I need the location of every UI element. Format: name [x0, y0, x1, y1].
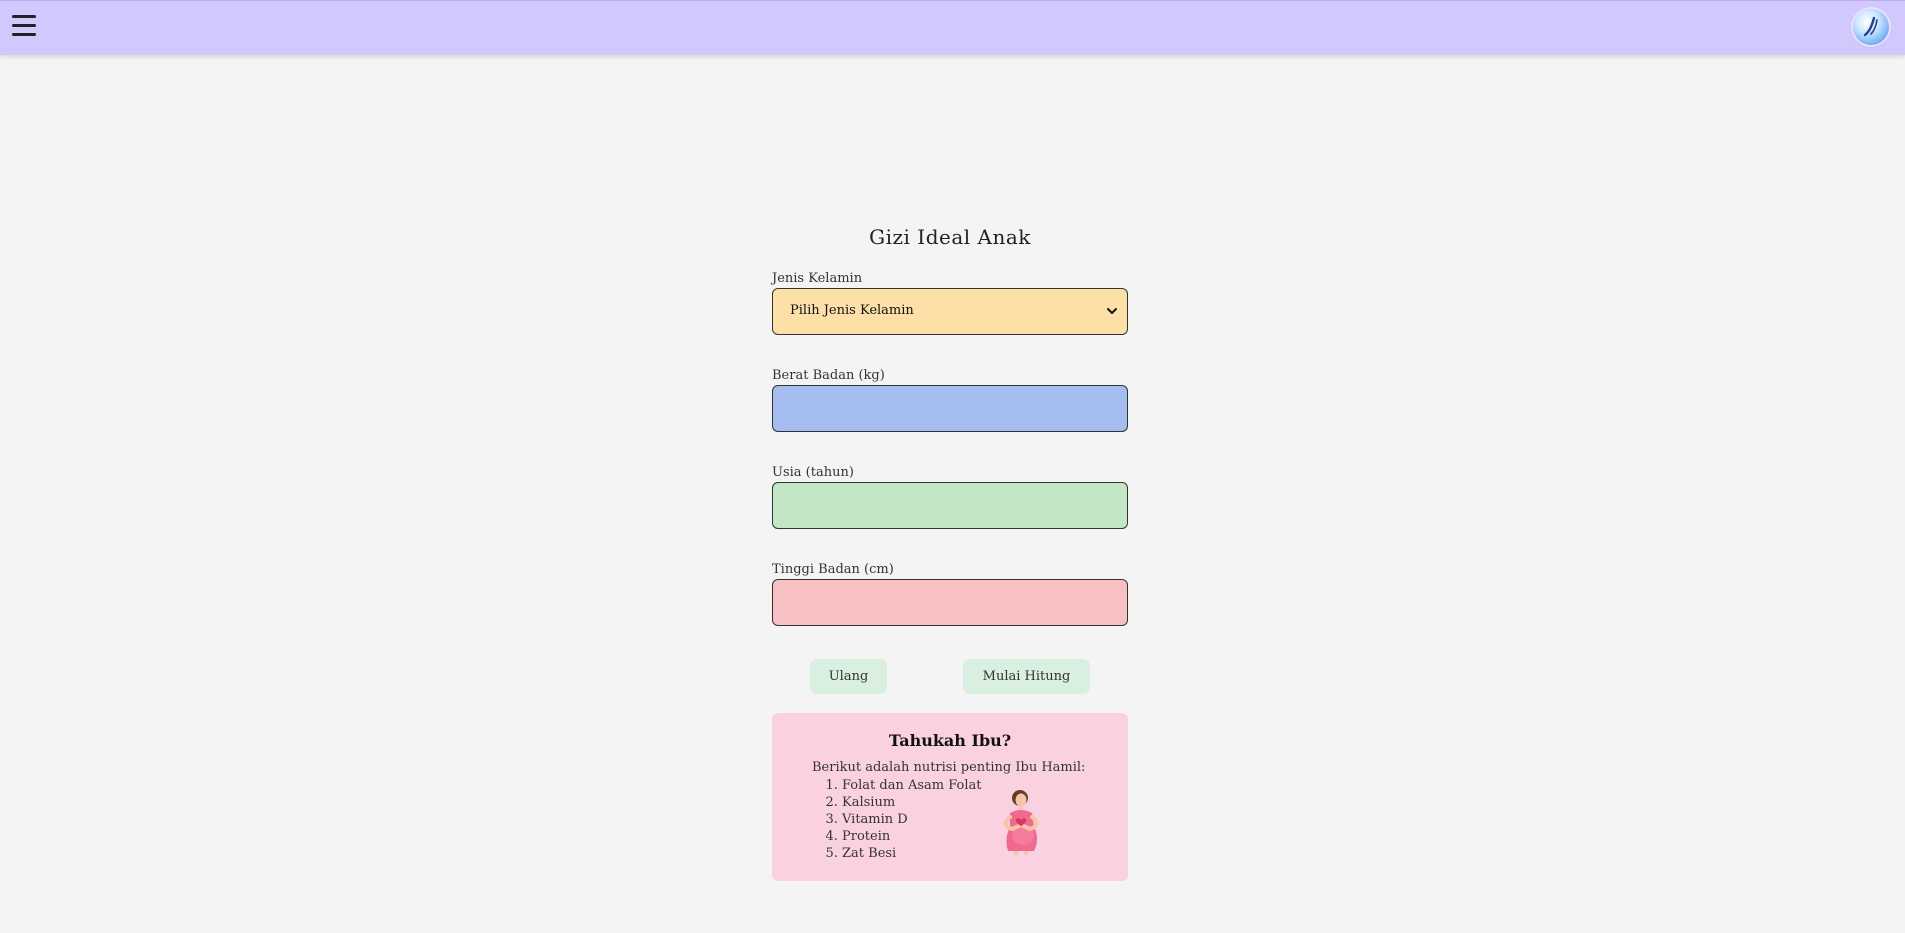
list-item: Vitamin D: [842, 811, 982, 828]
chevron-down-icon: [1107, 308, 1117, 314]
reset-button[interactable]: Ulang: [810, 659, 887, 694]
list-item: Protein: [842, 828, 982, 845]
page-title: Gizi Ideal Anak: [869, 225, 1031, 249]
info-intro: Berikut adalah nutrisi penting Ibu Hamil…: [812, 760, 1086, 775]
top-navbar: [0, 0, 1905, 55]
height-label: Tinggi Badan (cm): [772, 562, 894, 577]
gender-select[interactable]: Pilih Jenis Kelamin: [772, 288, 1128, 335]
info-card: Tahukah Ibu? Berikut adalah nutrisi pent…: [772, 713, 1128, 881]
app-logo-icon[interactable]: [1853, 9, 1889, 45]
age-label: Usia (tahun): [772, 465, 854, 480]
weight-input[interactable]: [772, 385, 1128, 432]
nutrient-list: Folat dan Asam Folat Kalsium Vitamin D P…: [812, 777, 982, 862]
weight-label: Berat Badan (kg): [772, 368, 885, 383]
gender-select-value: Pilih Jenis Kelamin: [790, 303, 914, 318]
height-input[interactable]: [772, 579, 1128, 626]
pregnant-mother-illustration: [1003, 790, 1039, 855]
age-input[interactable]: [772, 482, 1128, 529]
calculate-button[interactable]: Mulai Hitung: [963, 659, 1090, 694]
gender-label: Jenis Kelamin: [772, 271, 863, 286]
list-item: Kalsium: [842, 794, 982, 811]
list-item: Zat Besi: [842, 845, 982, 862]
info-title: Tahukah Ibu?: [888, 731, 1012, 750]
hamburger-menu-icon[interactable]: [12, 15, 36, 39]
list-item: Folat dan Asam Folat: [842, 777, 982, 794]
